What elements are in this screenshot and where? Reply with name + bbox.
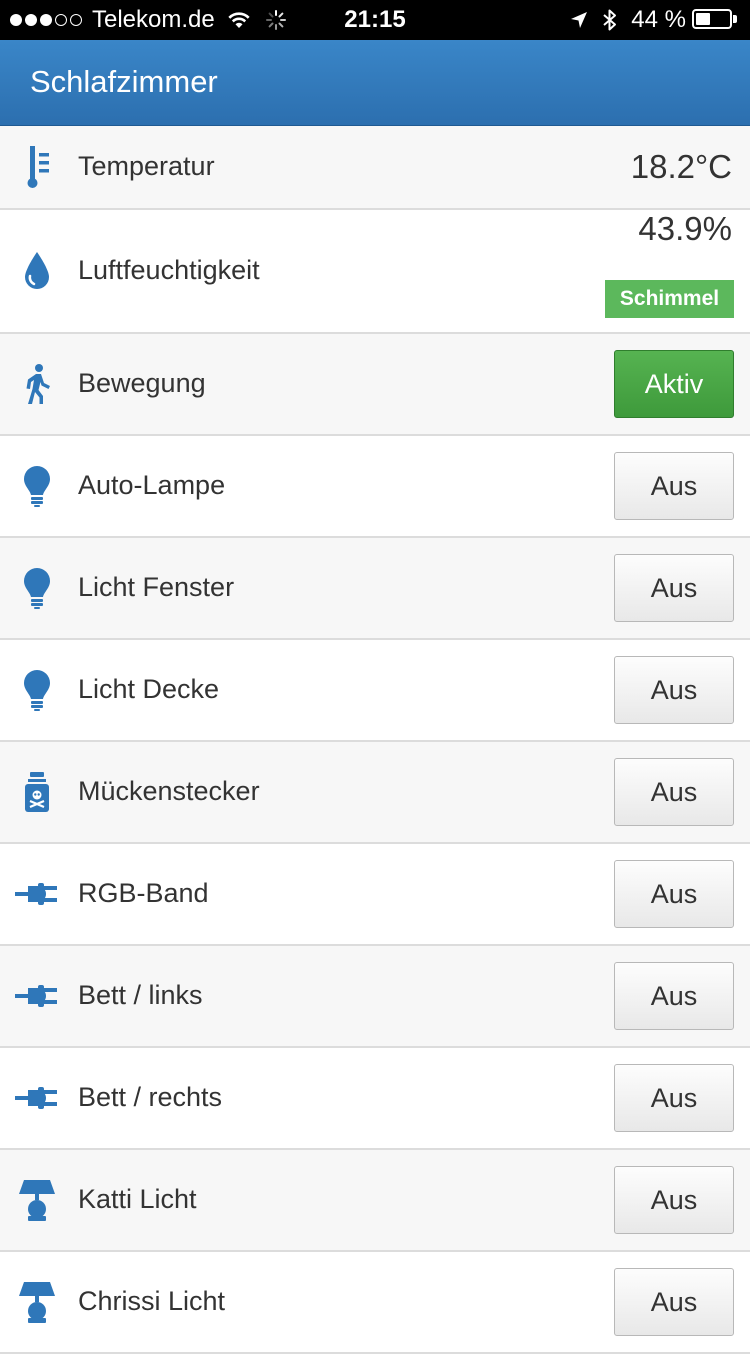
thermometer-icon <box>14 142 60 192</box>
lightbulb-icon <box>14 665 60 715</box>
page-title: Schlafzimmer <box>30 64 218 99</box>
device-label: Bett / rechts <box>78 1082 223 1112</box>
device-row-katti-licht: Katti Licht Aus <box>0 1150 750 1252</box>
bluetooth-icon <box>603 9 617 31</box>
walking-person-icon <box>14 359 60 409</box>
device-label: Licht Decke <box>78 674 220 704</box>
toggle-button[interactable]: Aus <box>614 962 734 1030</box>
toggle-button[interactable]: Aus <box>614 1064 734 1132</box>
lightbulb-icon <box>14 461 60 511</box>
device-row-chrissi-licht: Chrissi Licht Aus <box>0 1252 750 1354</box>
device-row-temperatur: Temperatur 18.2°C <box>0 126 750 210</box>
device-label: Bewegung <box>78 368 206 398</box>
table-lamp-icon <box>14 1175 60 1225</box>
device-row-bewegung: Bewegung Aktiv <box>0 334 750 436</box>
device-label: RGB-Band <box>78 878 209 908</box>
status-badge: Schimmel <box>605 280 734 318</box>
device-label: Mückenstecker <box>78 776 260 806</box>
device-label: Auto-Lampe <box>78 470 226 500</box>
sensor-value: 43.9% <box>638 210 732 247</box>
device-label: Licht Fenster <box>78 572 235 602</box>
battery-percentage: 44 % <box>631 6 686 33</box>
device-list: Temperatur 18.2°C Luftfeuchtigkeit 43.9% Sc… <box>0 126 750 1354</box>
poison-bottle-icon <box>14 767 60 817</box>
device-label: Temperatur <box>78 151 215 181</box>
device-row-bett-rechts: Bett / rechts Aus <box>0 1048 750 1150</box>
device-row-auto-lampe: Auto-Lampe Aus <box>0 436 750 538</box>
device-row-bett-links: Bett / links Aus <box>0 946 750 1048</box>
toggle-button[interactable]: Aus <box>614 860 734 928</box>
device-row-luftfeuchtigkeit: Luftfeuchtigkeit 43.9% Schimmel <box>0 210 750 334</box>
table-lamp-icon <box>14 1277 60 1327</box>
device-row-licht-fenster: Licht Fenster Aus <box>0 538 750 640</box>
device-row-rgb-band: RGB-Band Aus <box>0 844 750 946</box>
device-row-mückenstecker: Mückenstecker Aus <box>0 742 750 844</box>
toggle-button[interactable]: Aus <box>614 758 734 826</box>
sensor-value: 18.2°C <box>630 148 732 185</box>
device-label: Bett / links <box>78 980 203 1010</box>
device-label: Chrissi Licht <box>78 1286 226 1316</box>
app-header: Schlafzimmer <box>0 40 750 126</box>
device-label: Luftfeuchtigkeit <box>78 255 260 285</box>
toggle-button[interactable]: Aus <box>614 1166 734 1234</box>
battery-icon <box>692 9 738 31</box>
toggle-button[interactable]: Aus <box>614 554 734 622</box>
plug-icon <box>14 971 60 1021</box>
toggle-button[interactable]: Aus <box>614 452 734 520</box>
toggle-button[interactable]: Aktiv <box>614 350 734 418</box>
plug-icon <box>14 1073 60 1123</box>
lightbulb-icon <box>14 563 60 613</box>
toggle-button[interactable]: Aus <box>614 1268 734 1336</box>
location-arrow-icon <box>571 12 588 28</box>
device-label: Katti Licht <box>78 1184 197 1214</box>
device-row-licht-decke: Licht Decke Aus <box>0 640 750 742</box>
toggle-button[interactable]: Aus <box>614 656 734 724</box>
plug-icon <box>14 869 60 919</box>
status-bar: Telekom.de 21:15 44 % <box>0 0 750 40</box>
water-drop-icon <box>14 246 60 296</box>
